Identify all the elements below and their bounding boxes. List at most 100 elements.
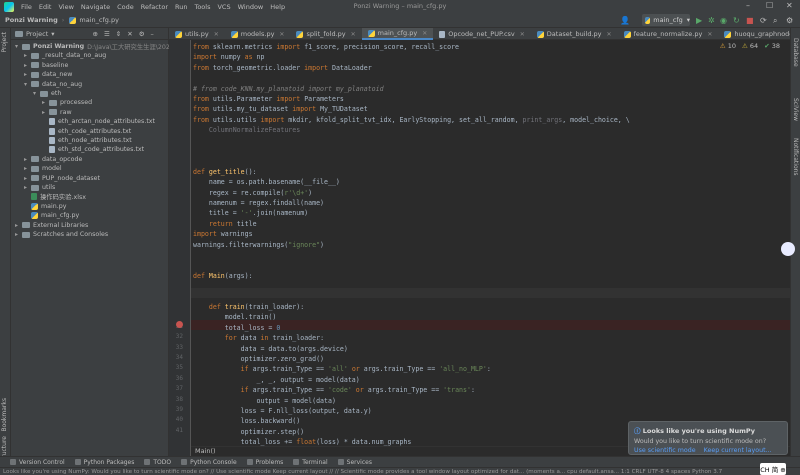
tree-item[interactable]: ▸ _result_data_no_aug — [24, 51, 106, 60]
project-tool-button[interactable]: Project — [1, 32, 8, 53]
tree-item[interactable]: main_cfg.py — [24, 211, 79, 220]
menu-item-window[interactable]: Window — [238, 3, 264, 11]
menu-item-code[interactable]: Code — [117, 3, 134, 11]
breadcrumb-project[interactable]: Ponzi Warning › — [5, 16, 64, 24]
maximize-icon[interactable]: ☐ — [766, 1, 773, 10]
chevron-right-icon[interactable]: ▸ — [24, 62, 31, 69]
close-tab-icon[interactable]: ✕ — [422, 30, 427, 37]
tool-todo[interactable]: TODO — [144, 459, 171, 466]
tree-item[interactable]: main.py — [24, 202, 66, 211]
stop-icon[interactable]: ■ — [746, 16, 754, 25]
menu-item-file[interactable]: File — [21, 3, 32, 11]
tab-dataset-build-py[interactable]: Dataset_build.py ✕ — [531, 28, 618, 40]
menu-item-edit[interactable]: Edit — [39, 3, 52, 11]
tree-item[interactable]: eth_std_code_attributes.txt — [42, 145, 144, 154]
chevron-down-icon[interactable]: ▾ — [15, 43, 22, 50]
tree-item[interactable]: ▸ baseline — [24, 61, 68, 70]
minimize-icon[interactable]: – — [746, 1, 750, 10]
chevron-right-icon[interactable]: ▸ — [24, 184, 31, 191]
ai-assistant-icon[interactable] — [781, 242, 795, 256]
close-icon[interactable]: ✕ — [786, 1, 793, 10]
chevron-right-icon[interactable]: ▸ — [15, 222, 22, 229]
coverage-icon[interactable]: ◉ — [720, 16, 727, 25]
tree-item[interactable]: ▸ data_new — [24, 70, 72, 79]
tree-item[interactable]: ▾ data_no_aug — [24, 80, 82, 89]
close-tab-icon[interactable]: ✕ — [279, 31, 284, 38]
menu-item-help[interactable]: Help — [270, 3, 285, 11]
settings-icon[interactable]: ⚙ — [786, 16, 793, 25]
update-icon[interactable]: ⟳ — [760, 16, 767, 25]
debug-icon[interactable]: ✲ — [708, 16, 715, 25]
notifications-tool-button[interactable]: Notifications — [792, 138, 799, 176]
tool-version-control[interactable]: Version Control — [10, 459, 65, 466]
breadcrumb-file[interactable]: main_cfg.py — [69, 16, 119, 24]
tool-problems[interactable]: Problems — [246, 459, 283, 466]
tree-item[interactable]: ▸ data_opcode — [24, 155, 82, 164]
menu-item-run[interactable]: Run — [175, 3, 187, 11]
tree-item[interactable]: eth_node_attributes.txt — [42, 136, 132, 145]
menu-item-view[interactable]: View — [58, 3, 73, 11]
search-everywhere-icon[interactable]: ⌕ — [773, 16, 777, 26]
tab-main-cfg-py[interactable]: main_cfg.py ✕ — [361, 28, 434, 40]
code-editor[interactable]: ⚠ 10 ⚠ 64 ✔ 38 from sklearn.metrics impo… — [191, 40, 790, 456]
tree-item[interactable]: ▸ model — [24, 164, 62, 173]
project-view-selector[interactable]: Project — [26, 30, 48, 38]
gear-icon[interactable]: ⚙ — [139, 30, 145, 38]
chevron-right-icon[interactable]: ▸ — [24, 175, 31, 182]
close-tab-icon[interactable]: ✕ — [520, 31, 525, 38]
tree-item[interactable]: ▸ PUP_node_dataset — [24, 174, 100, 183]
add-icon[interactable]: ⊕ — [93, 30, 98, 38]
chevron-right-icon[interactable]: ▸ — [24, 156, 31, 163]
tab-models-py[interactable]: models.py ✕ — [225, 28, 291, 40]
database-tool-button[interactable]: Database — [792, 38, 799, 67]
chevron-right-icon[interactable]: ▸ — [42, 99, 49, 106]
run-icon[interactable]: ▶ — [696, 16, 702, 25]
collapse-all-icon[interactable]: ☰ — [104, 30, 110, 38]
tab-huoqu-graphnode-py[interactable]: huoqu_graphnode.py✕ — [718, 28, 800, 40]
tool-python-console[interactable]: Python Console — [181, 459, 237, 466]
tree-item[interactable]: ▾ eth — [33, 89, 61, 98]
tab-utils-py[interactable]: utils.py ✕ — [169, 28, 225, 40]
close-tab-icon[interactable]: ✕ — [607, 31, 612, 38]
tree-item[interactable]: eth_code_attributes.txt — [42, 127, 131, 136]
tool-python-packages[interactable]: Python Packages — [74, 459, 134, 466]
tree-item[interactable]: ▸ raw — [42, 108, 72, 117]
tab-opcode-net-pup-csv[interactable]: Opcode_net_PUP.csv ✕ — [433, 28, 531, 40]
tree-item[interactable]: ▸ processed — [42, 98, 92, 107]
chevron-right-icon[interactable]: ▸ — [24, 165, 31, 172]
tree-item[interactable]: ▸ External Libraries — [15, 221, 88, 230]
keep-current-layout-link[interactable]: Keep current layout... — [704, 447, 772, 454]
tree-item[interactable]: 操作码实验.xlsx — [24, 192, 86, 201]
hide-icon[interactable]: – — [151, 30, 154, 38]
chevron-right-icon[interactable]: ▸ — [42, 109, 49, 116]
chevron-down-icon[interactable]: ▾ — [24, 81, 31, 88]
chevron-down-icon[interactable]: ▾ — [33, 90, 40, 97]
chevron-right-icon[interactable]: ▸ — [24, 52, 31, 59]
close-tab-icon[interactable]: ✕ — [214, 31, 219, 38]
expand-all-icon[interactable]: ⇕ — [116, 30, 121, 38]
menu-item-tools[interactable]: Tools — [194, 3, 210, 11]
inspection-widget[interactable]: ⚠ 10 ⚠ 64 ✔ 38 — [720, 42, 780, 50]
tool-terminal[interactable]: Terminal — [293, 459, 328, 466]
tab-feature-normalize-py[interactable]: feature_normalize.py ✕ — [618, 28, 719, 40]
run-config-selector[interactable]: main_cfg ▾ — [642, 14, 690, 26]
tree-item[interactable]: ▸ Scratches and Consoles — [15, 230, 108, 239]
profile-icon[interactable]: ↻ — [733, 16, 740, 25]
chevron-right-icon[interactable]: ▸ — [24, 71, 31, 78]
ime-indicator[interactable]: CH 简 ⊕ — [760, 463, 786, 475]
menu-item-refactor[interactable]: Refactor — [141, 3, 168, 11]
user-icon[interactable]: 👤 — [620, 16, 630, 25]
chevron-right-icon[interactable]: ▸ — [15, 231, 22, 238]
tree-item[interactable]: ▸ utils — [24, 183, 55, 192]
breakpoint-icon[interactable] — [176, 321, 183, 328]
close-tab-icon[interactable]: ✕ — [707, 31, 712, 38]
close-panel-icon[interactable]: ✕ — [127, 30, 132, 38]
tab-split-fold-py[interactable]: split_fold.py ✕ — [290, 28, 361, 40]
use-scientific-mode-link[interactable]: Use scientific mode — [634, 447, 696, 454]
sciview-tool-button[interactable]: SciView — [792, 98, 799, 121]
tree-item[interactable]: eth_arctan_node_attributes.txt — [42, 117, 155, 126]
menu-item-navigate[interactable]: Navigate — [81, 3, 110, 11]
bookmarks-tool-button[interactable]: Bookmarks — [1, 398, 8, 432]
close-tab-icon[interactable]: ✕ — [351, 31, 356, 38]
menu-item-vcs[interactable]: VCS — [217, 3, 230, 11]
